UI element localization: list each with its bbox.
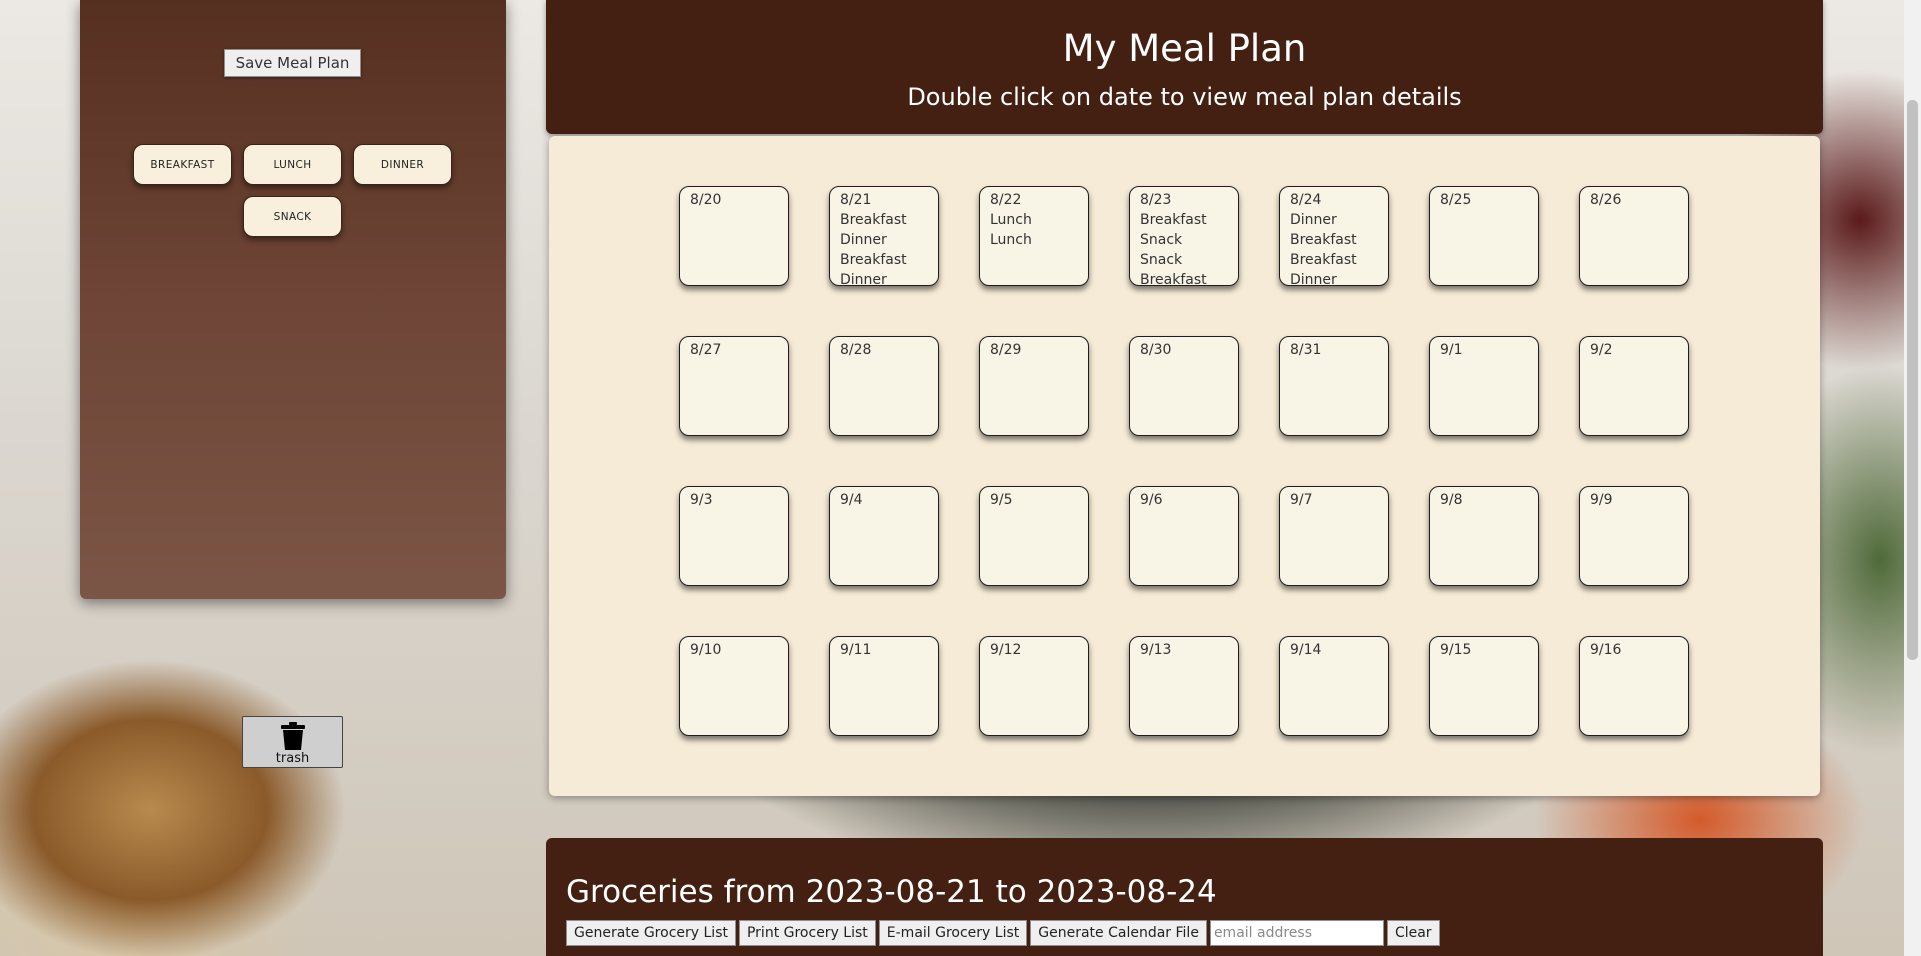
planned-meal-item[interactable]: Breakfast xyxy=(1290,230,1388,250)
groceries-section: Groceries from 2023-08-21 to 2023-08-24 … xyxy=(546,838,1823,956)
day-date-label: 8/26 xyxy=(1590,192,1622,208)
day-date-label: 8/27 xyxy=(690,342,722,358)
calendar-day[interactable]: 8/23 Breakfast Snack Snack Breakfast xyxy=(1129,186,1239,286)
day-date-label: 9/4 xyxy=(840,492,863,508)
day-date-label: 9/11 xyxy=(840,642,872,658)
planned-meal-item[interactable]: Dinner xyxy=(1290,270,1388,285)
calendar-day[interactable]: 9/2 xyxy=(1579,336,1689,436)
day-date-label: 8/21 xyxy=(840,192,872,208)
trash-drop-zone[interactable]: trash xyxy=(242,716,343,768)
scrollbar-thumb[interactable] xyxy=(1907,100,1918,660)
calendar-day[interactable]: 9/10 xyxy=(679,636,789,736)
groceries-controls: Generate Grocery List Print Grocery List… xyxy=(566,920,1440,946)
day-date-label: 9/14 xyxy=(1290,642,1322,658)
calendar-day[interactable]: 9/9 xyxy=(1579,486,1689,586)
calendar-day[interactable]: 9/15 xyxy=(1429,636,1539,736)
day-date-label: 8/31 xyxy=(1290,342,1322,358)
day-date-label: 8/30 xyxy=(1140,342,1172,358)
page-scrollbar[interactable] xyxy=(1904,0,1921,956)
day-date-label: 9/15 xyxy=(1440,642,1472,658)
calendar-grid: 8/20 8/21 Breakfast Dinner Breakfast Dinner 8/… xyxy=(549,136,1820,796)
day-date-label: 9/2 xyxy=(1590,342,1613,358)
calendar-day[interactable]: 8/27 xyxy=(679,336,789,436)
generate-calendar-file-button[interactable]: Generate Calendar File xyxy=(1030,920,1207,946)
email-grocery-list-button[interactable]: E-mail Grocery List xyxy=(878,920,1028,946)
print-grocery-list-button[interactable]: Print Grocery List xyxy=(738,920,876,946)
save-meal-plan-button[interactable]: Save Meal Plan xyxy=(224,49,361,77)
day-date-label: 9/8 xyxy=(1440,492,1463,508)
snack-meal-tile[interactable]: SNACK xyxy=(243,196,342,237)
calendar-day[interactable]: 9/14 xyxy=(1279,636,1389,736)
page-title: My Meal Plan xyxy=(1062,27,1307,70)
day-date-label: 9/7 xyxy=(1290,492,1313,508)
page-subtitle: Double click on date to view meal plan d… xyxy=(907,83,1462,111)
planned-meal-item[interactable]: Snack xyxy=(1140,250,1238,270)
calendar-day[interactable]: 9/1 xyxy=(1429,336,1539,436)
day-date-label: 9/1 xyxy=(1440,342,1463,358)
planned-meal-item[interactable]: Breakfast xyxy=(1140,210,1238,230)
planned-meal-item[interactable]: Dinner xyxy=(840,230,938,250)
planned-meal-item[interactable]: Breakfast xyxy=(1140,270,1238,285)
calendar-day[interactable]: 8/20 xyxy=(679,186,789,286)
day-date-label: 9/12 xyxy=(990,642,1022,658)
calendar-day[interactable]: 9/8 xyxy=(1429,486,1539,586)
calendar-day[interactable]: 9/11 xyxy=(829,636,939,736)
calendar-day[interactable]: 9/7 xyxy=(1279,486,1389,586)
groceries-title: Groceries from 2023-08-21 to 2023-08-24 xyxy=(566,874,1217,910)
day-date-label: 9/9 xyxy=(1590,492,1613,508)
generate-grocery-list-button[interactable]: Generate Grocery List xyxy=(566,920,736,946)
day-date-label: 9/5 xyxy=(990,492,1013,508)
day-date-label: 8/28 xyxy=(840,342,872,358)
calendar-day[interactable]: 9/16 xyxy=(1579,636,1689,736)
planned-meal-item[interactable]: Snack xyxy=(1140,230,1238,250)
dinner-meal-tile[interactable]: DINNER xyxy=(353,144,452,185)
calendar-day[interactable]: 9/5 xyxy=(979,486,1089,586)
planned-meal-item[interactable]: Lunch xyxy=(990,210,1088,230)
planned-meal-item[interactable]: Lunch xyxy=(990,230,1088,250)
lunch-meal-tile[interactable]: LUNCH xyxy=(243,144,342,185)
day-date-label: 9/3 xyxy=(690,492,713,508)
calendar-day[interactable]: 8/29 xyxy=(979,336,1089,436)
calendar-day[interactable]: 9/6 xyxy=(1129,486,1239,586)
calendar-day[interactable]: 8/28 xyxy=(829,336,939,436)
clear-button[interactable]: Clear xyxy=(1386,920,1440,946)
breakfast-meal-tile[interactable]: BREAKFAST xyxy=(133,144,232,185)
day-date-label: 8/23 xyxy=(1140,192,1172,208)
page-header: My Meal Plan Double click on date to vie… xyxy=(546,0,1823,134)
calendar-day[interactable]: 8/30 xyxy=(1129,336,1239,436)
calendar-day[interactable]: 9/13 xyxy=(1129,636,1239,736)
email-address-input[interactable] xyxy=(1209,920,1384,946)
day-date-label: 8/24 xyxy=(1290,192,1322,208)
calendar-day[interactable]: 9/12 xyxy=(979,636,1089,736)
calendar-day[interactable]: 8/21 Breakfast Dinner Breakfast Dinner xyxy=(829,186,939,286)
planned-meal-item[interactable]: Breakfast xyxy=(840,210,938,230)
day-date-label: 8/20 xyxy=(690,192,722,208)
planned-meal-item[interactable]: Breakfast xyxy=(1290,250,1388,270)
calendar-day[interactable]: 9/4 xyxy=(829,486,939,586)
trash-icon xyxy=(281,722,305,750)
meal-sidebar: Save Meal Plan BREAKFAST LUNCH DINNER SN… xyxy=(80,0,506,599)
day-date-label: 8/25 xyxy=(1440,192,1472,208)
calendar-day[interactable]: 8/31 xyxy=(1279,336,1389,436)
day-date-label: 9/6 xyxy=(1140,492,1163,508)
day-date-label: 9/13 xyxy=(1140,642,1172,658)
day-date-label: 9/16 xyxy=(1590,642,1622,658)
trash-label: trash xyxy=(275,751,310,766)
calendar-day[interactable]: 8/26 xyxy=(1579,186,1689,286)
planned-meal-item[interactable]: Dinner xyxy=(840,270,938,285)
planned-meal-item[interactable]: Dinner xyxy=(1290,210,1388,230)
day-date-label: 8/22 xyxy=(990,192,1022,208)
calendar-day[interactable]: 8/24 Dinner Breakfast Breakfast Dinner xyxy=(1279,186,1389,286)
day-date-label: 9/10 xyxy=(690,642,722,658)
day-date-label: 8/29 xyxy=(990,342,1022,358)
calendar-day[interactable]: 8/22 Lunch Lunch xyxy=(979,186,1089,286)
calendar-day[interactable]: 9/3 xyxy=(679,486,789,586)
calendar-day[interactable]: 8/25 xyxy=(1429,186,1539,286)
planned-meal-item[interactable]: Breakfast xyxy=(840,250,938,270)
